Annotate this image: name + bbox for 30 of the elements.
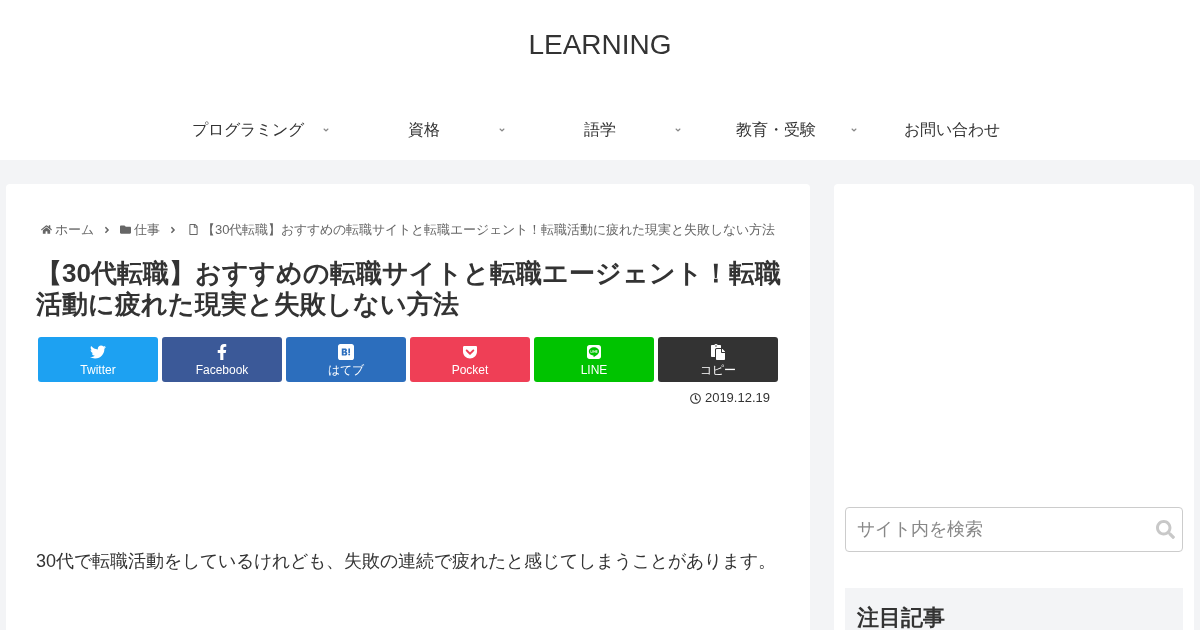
breadcrumb-current: 【30代転職】おすすめの転職サイトと転職エージェント！転職活動に疲れた現実と失敗しない方法 <box>202 222 776 237</box>
site-title[interactable]: LEARNING <box>528 27 672 63</box>
article-title: 【30代転職】おすすめの転職サイトと転職エージェント！転職活動に疲れた現実と失敗しない方法 <box>36 258 782 320</box>
share-button[interactable]: はてブ <box>286 337 406 382</box>
widget-title: 注目記事 <box>857 604 946 630</box>
article-paragraph: 30代で転職活動をしているけれども、失敗の連続で疲れたと感じてしまうことがあります。 <box>36 550 778 573</box>
nav-menu-item[interactable]: お問い合わせ <box>864 100 1040 160</box>
share-button[interactable]: Pocket <box>410 337 530 382</box>
nav-menu-item[interactable]: 語学 <box>512 100 688 160</box>
nav-menu-item[interactable]: 資格 <box>336 100 512 160</box>
breadcrumb-link[interactable]: ホーム <box>55 222 94 237</box>
folder-icon <box>120 224 131 235</box>
home-icon <box>41 224 52 235</box>
nav-menu-item[interactable]: プログラミング <box>160 100 336 160</box>
share-button[interactable]: Facebook <box>162 337 282 382</box>
search-field[interactable]: サイト内を検索 <box>845 507 1183 552</box>
share-button[interactable]: コピー <box>658 337 778 382</box>
bookmark-b-icon <box>338 343 354 360</box>
breadcrumb-link[interactable]: 仕事 <box>134 222 160 237</box>
nav-menu-item[interactable]: 教育・受験 <box>688 100 864 160</box>
copy-icon <box>710 343 726 360</box>
speech-bubble-icon <box>586 343 602 360</box>
chevron-icon <box>168 225 178 235</box>
bird-icon <box>90 343 106 360</box>
pocket-icon <box>462 343 478 360</box>
document-icon <box>188 224 199 235</box>
chevron-icon <box>102 225 112 235</box>
clock-icon <box>689 392 701 404</box>
post-date: 2019.12.19 <box>704 389 770 407</box>
search-icon[interactable] <box>1156 520 1175 539</box>
